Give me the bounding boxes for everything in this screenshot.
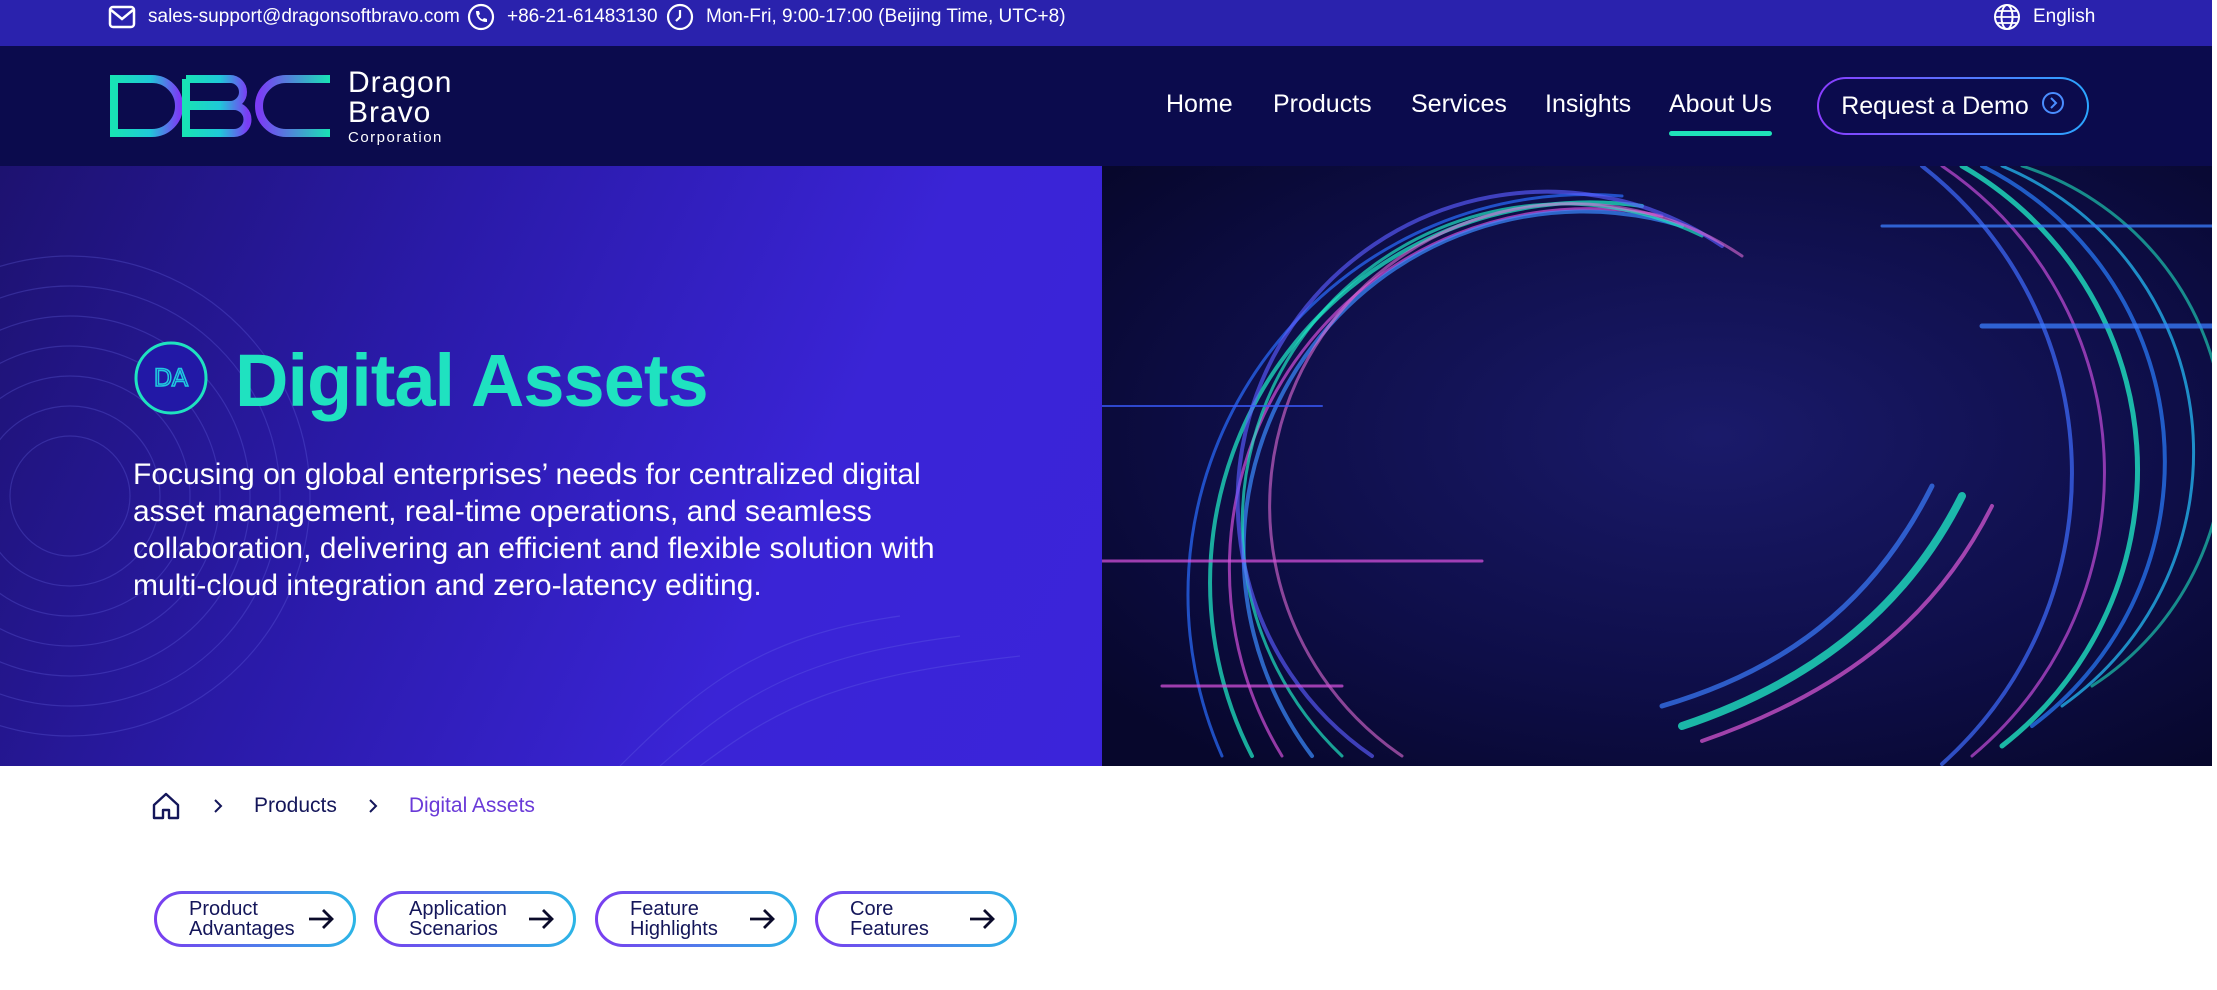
- request-demo-button[interactable]: Request a Demo: [1817, 77, 2089, 135]
- nav-services[interactable]: Services: [1411, 90, 1507, 119]
- contact-phone-text: +86-21-61483130: [507, 6, 658, 27]
- nav-about-us[interactable]: About Us: [1669, 90, 1772, 136]
- phone-icon: [467, 3, 495, 31]
- hero-text-panel: DA Digital Assets Focusing on global ent…: [0, 166, 1102, 766]
- light-swirl-graphic: [1100, 166, 2212, 766]
- breadcrumb: Products Digital Assets: [150, 786, 535, 826]
- anchor-label: Product Advantages: [189, 898, 295, 940]
- language-label: English: [2033, 6, 2096, 27]
- hero-banner: DA Digital Assets Focusing on global ent…: [0, 166, 2212, 766]
- hero-image: [1100, 166, 2212, 766]
- globe-icon: [1993, 3, 2021, 31]
- business-hours-text: Mon-Fri, 9:00-17:00 (Beijing Time, UTC+8…: [706, 6, 1066, 27]
- arrow-right-icon: [527, 908, 555, 935]
- page-title: Digital Assets: [235, 339, 709, 422]
- arrow-right-icon: [968, 908, 996, 935]
- home-icon[interactable]: [150, 790, 182, 822]
- language-selector[interactable]: English: [1993, 0, 2095, 34]
- nav-products[interactable]: Products: [1273, 90, 1372, 119]
- contact-email[interactable]: sales-support@dragonsoftbravo.com: [108, 0, 460, 34]
- breadcrumb-products[interactable]: Products: [254, 794, 337, 818]
- breadcrumb-current: Digital Assets: [408, 794, 535, 817]
- anchor-label: Feature Highlights: [630, 898, 718, 940]
- logo-line3: Corporation: [348, 128, 443, 146]
- company-logo[interactable]: Dragon Bravo Corporation: [108, 67, 468, 145]
- anchor-feature-highlights[interactable]: Feature Highlights: [595, 891, 797, 947]
- logo-line2: Bravo: [348, 95, 432, 129]
- anchor-label: Application Scenarios: [409, 898, 507, 940]
- chevron-right-icon: [367, 798, 379, 814]
- chevron-right-icon: [212, 798, 224, 814]
- clock-icon: [666, 3, 694, 31]
- anchor-application-scenarios[interactable]: Application Scenarios: [374, 891, 576, 947]
- hero-title-row: DA Digital Assets: [133, 338, 709, 423]
- top-info-bar: sales-support@dragonsoftbravo.com +86-21…: [0, 0, 2212, 46]
- contact-phone[interactable]: +86-21-61483130: [467, 0, 658, 34]
- business-hours: Mon-Fri, 9:00-17:00 (Beijing Time, UTC+8…: [666, 0, 1066, 34]
- anchor-label: Core Features: [850, 898, 929, 940]
- mail-icon: [108, 4, 136, 30]
- arrow-circle-icon: [2041, 91, 2065, 122]
- hero-description: Focusing on global enterprises’ needs fo…: [133, 458, 935, 602]
- dbc-logo-mark: [110, 75, 330, 137]
- anchor-product-advantages[interactable]: Product Advantages: [154, 891, 356, 947]
- logo-line1: Dragon: [348, 65, 453, 99]
- nav-insights[interactable]: Insights: [1545, 90, 1631, 119]
- arrow-right-icon: [748, 908, 776, 935]
- badge-text: DA: [154, 364, 189, 392]
- request-demo-label: Request a Demo: [1841, 91, 2029, 120]
- digital-assets-badge-icon: DA: [133, 340, 209, 421]
- nav-home[interactable]: Home: [1166, 90, 1233, 119]
- anchor-core-features[interactable]: Core Features: [815, 891, 1017, 947]
- arrow-right-icon: [307, 908, 335, 935]
- contact-email-text: sales-support@dragonsoftbravo.com: [148, 6, 460, 27]
- main-header: Dragon Bravo Corporation Home Products S…: [0, 46, 2212, 166]
- logo-wordmark: Dragon Bravo Corporation: [348, 65, 453, 146]
